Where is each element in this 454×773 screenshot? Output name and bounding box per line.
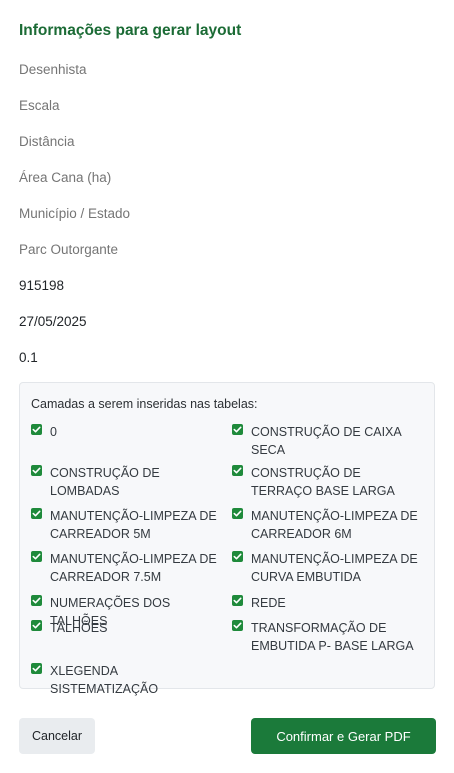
- check-icon: [32, 622, 41, 629]
- decimal-field[interactable]: [19, 349, 319, 367]
- check-icon: [233, 622, 242, 629]
- check-icon: [233, 597, 242, 604]
- checkbox[interactable]: [232, 424, 243, 435]
- checkbox[interactable]: [31, 551, 42, 562]
- layers-panel: Camadas a serem inseridas nas tabelas: 0…: [19, 382, 435, 696]
- check-icon: [233, 553, 242, 560]
- layer-label: CONSTRUÇÃO DE TERRAÇO BASE LARGA: [251, 466, 395, 498]
- layer-label: CONSTRUÇÃO DE CAIXA SECA: [251, 425, 402, 457]
- checkbox[interactable]: [232, 465, 243, 476]
- layer-label: MANUTENÇÃO-LIMPEZA DE CURVA EMBUTIDA: [251, 552, 418, 584]
- area-cana-field[interactable]: [19, 169, 319, 187]
- confirm-generate-pdf-button[interactable]: Confirmar e Gerar PDF: [251, 718, 436, 754]
- checkbox[interactable]: [31, 508, 42, 519]
- checkbox[interactable]: [232, 620, 243, 631]
- desenhista-field[interactable]: [19, 61, 319, 79]
- checkbox[interactable]: [31, 620, 42, 631]
- parc-outorgante-field[interactable]: [19, 241, 319, 259]
- escala-field[interactable]: [19, 97, 319, 115]
- layer-label: XLEGENDA SISTEMATIZAÇÃO: [50, 664, 159, 696]
- checkbox[interactable]: [31, 663, 42, 674]
- layer-label: MANUTENÇÃO-LIMPEZA DE CARREADOR 7.5M: [50, 552, 217, 584]
- checkbox[interactable]: [232, 508, 243, 519]
- checkbox[interactable]: [232, 595, 243, 606]
- check-icon: [233, 426, 242, 433]
- check-icon: [32, 467, 41, 474]
- check-icon: [233, 510, 242, 517]
- checkbox[interactable]: [31, 595, 42, 606]
- cancel-button[interactable]: Cancelar: [19, 718, 95, 754]
- municipio-estado-field[interactable]: [19, 205, 319, 223]
- check-icon: [233, 467, 242, 474]
- layer-label: 0: [50, 425, 57, 439]
- check-icon: [32, 597, 41, 604]
- checkbox[interactable]: [31, 465, 42, 476]
- layers-title: Camadas a serem inseridas nas tabelas:: [31, 397, 258, 411]
- numeric-id-field[interactable]: [19, 277, 319, 295]
- distancia-field[interactable]: [19, 133, 319, 151]
- layer-label: MANUTENÇÃO-LIMPEZA DE CARREADOR 6M: [251, 509, 418, 541]
- check-icon: [32, 553, 41, 560]
- layer-label: REDE: [251, 596, 286, 610]
- layer-label: TALHÕES: [50, 621, 108, 635]
- layer-label: MANUTENÇÃO-LIMPEZA DE CARREADOR 5M: [50, 509, 217, 541]
- form-title: Informações para gerar layout: [19, 22, 242, 39]
- layer-label: CONSTRUÇÃO DE LOMBADAS: [50, 466, 160, 498]
- checkbox[interactable]: [232, 551, 243, 562]
- check-icon: [32, 426, 41, 433]
- date-field[interactable]: [19, 313, 319, 331]
- check-icon: [32, 665, 41, 672]
- check-icon: [32, 510, 41, 517]
- checkbox[interactable]: [31, 424, 42, 435]
- layer-label: TRANSFORMAÇÃO DE EMBUTIDA P- BASE LARGA: [251, 621, 414, 653]
